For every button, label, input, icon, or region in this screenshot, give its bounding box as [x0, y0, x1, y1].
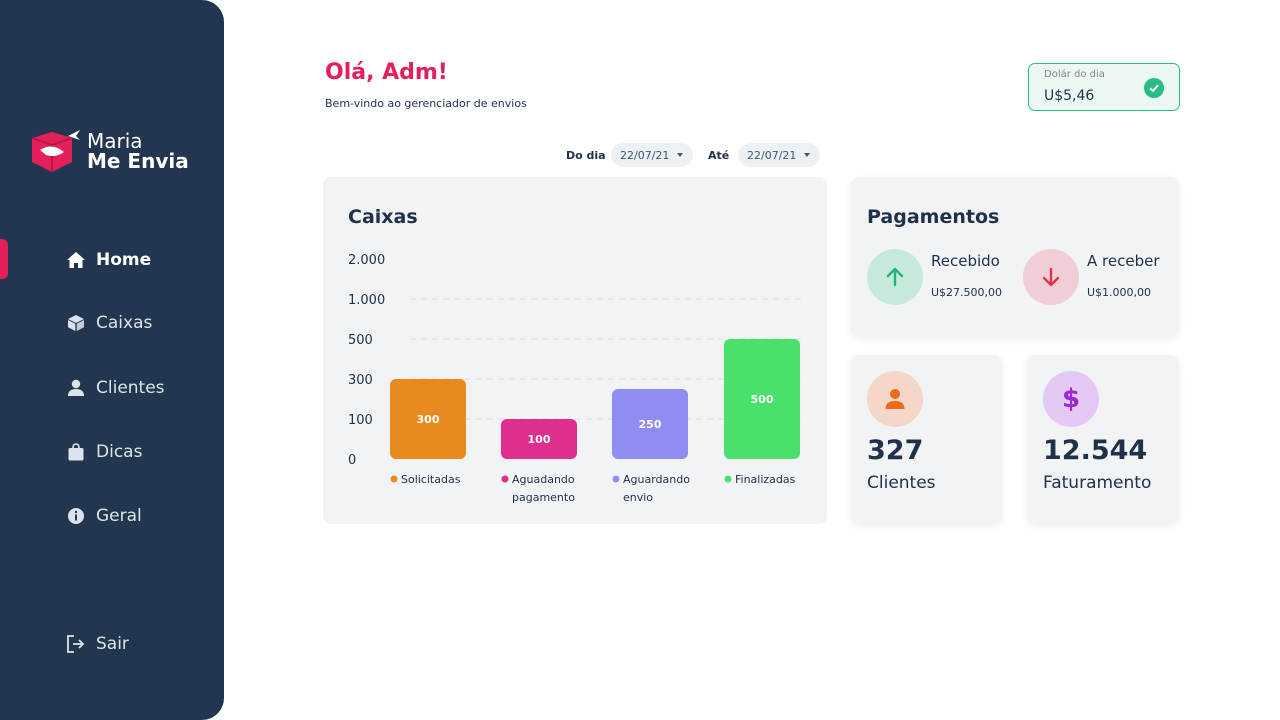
brand-line1: Maria	[87, 129, 143, 153]
bag-icon	[66, 442, 86, 462]
date-from-label: Do dia	[566, 149, 606, 162]
received-indicator	[867, 249, 923, 305]
y-tick-label: 1.000	[348, 293, 385, 308]
y-tick-label: 300	[348, 373, 373, 388]
clientes-count: 327	[867, 435, 924, 466]
pending-label: A receber	[1087, 252, 1160, 270]
y-tick-label: 100	[348, 413, 373, 428]
legend-dot	[501, 475, 509, 483]
category-label: envio	[623, 491, 653, 504]
clientes-label: Clientes	[867, 473, 936, 493]
caixas-bar-chart: 0 100 300 500 1.000 2.000 300 Solicitadas 100 Agu…	[348, 253, 801, 504]
logout-icon	[66, 634, 86, 654]
sidebar-item-geral[interactable]: Geral	[66, 503, 142, 529]
brand-logo[interactable]: Maria Me Envia	[30, 128, 200, 178]
category-label: Solicitadas	[401, 473, 461, 486]
sidebar-item-label: Clientes	[96, 378, 165, 398]
chevron-down-icon	[804, 153, 811, 157]
sidebar-item-dicas[interactable]: Dicas	[66, 439, 142, 465]
bar-value-label: 300	[417, 413, 440, 426]
chevron-down-icon	[677, 153, 684, 157]
page-subtitle: Bem-vindo ao gerenciador de envios	[325, 97, 527, 110]
logout-label: Sair	[96, 634, 129, 654]
bar-value-label: 250	[639, 418, 662, 431]
page-greeting: Olá, Adm!	[325, 60, 448, 85]
category-label: Finalizadas	[735, 473, 796, 486]
user-icon	[66, 378, 86, 398]
category-label: Aguadando	[512, 473, 575, 486]
category-label: pagamento	[512, 491, 575, 504]
clientes-indicator	[867, 371, 923, 427]
legend-dot	[724, 475, 732, 483]
legend-dot	[612, 475, 620, 483]
date-to-value: 22/07/21	[747, 148, 797, 162]
bar-value-label: 100	[528, 433, 551, 446]
caixas-chart-card: Caixas 0 100 300 500 1.000 2.000 300 Solicitada…	[323, 177, 827, 524]
received-label: Recebido	[931, 252, 1000, 270]
date-to-select[interactable]: 22/07/21	[738, 143, 821, 167]
active-nav-indicator	[0, 239, 8, 279]
date-from-value: 22/07/21	[620, 148, 670, 162]
bar-value-label: 500	[751, 393, 774, 406]
received-value: U$27.500,00	[931, 286, 1003, 299]
dollar-rate-value: U$5,46	[1044, 88, 1095, 104]
pending-value: U$1.000,00	[1087, 286, 1152, 299]
sidebar: Maria Me Envia Home Caixas Clientes Dica…	[0, 0, 224, 720]
faturamento-count: 12.544	[1043, 435, 1148, 466]
box-icon	[66, 313, 86, 333]
dollar-icon: $	[1061, 384, 1081, 414]
logout-button[interactable]: Sair	[66, 631, 129, 657]
home-icon	[66, 250, 86, 270]
sidebar-item-label: Caixas	[96, 313, 153, 333]
sidebar-item-caixas[interactable]: Caixas	[66, 310, 152, 336]
info-icon	[66, 506, 86, 526]
sidebar-item-label: Home	[96, 250, 152, 270]
y-tick-label: 500	[348, 333, 373, 348]
user-icon	[885, 389, 905, 409]
faturamento-label: Faturamento	[1043, 473, 1152, 493]
y-tick-label: 0	[348, 453, 356, 468]
check-circle-icon	[1144, 78, 1164, 98]
faturamento-card: $ 12.544 Faturamento	[1027, 355, 1179, 523]
logo-box-icon	[31, 130, 80, 172]
sidebar-item-home[interactable]: Home	[66, 247, 151, 273]
arrow-down-icon	[1042, 267, 1060, 287]
clientes-card: 327 Clientes	[851, 355, 1002, 523]
faturamento-indicator: $	[1043, 371, 1099, 427]
dollar-rate-card: Dolár do dia U$5,46	[1028, 63, 1180, 111]
pagamentos-card: Pagamentos Recebido U$27.500,00 A recebe…	[851, 177, 1179, 336]
sidebar-item-clientes[interactable]: Clientes	[66, 375, 165, 401]
category-label: Aguardando	[623, 473, 690, 486]
date-from-select[interactable]: 22/07/21	[611, 143, 694, 167]
y-tick-label: 2.000	[348, 253, 385, 268]
arrow-up-icon	[886, 267, 904, 287]
legend-dot	[390, 475, 398, 483]
dollar-rate-label: Dolár do dia	[1044, 69, 1105, 80]
brand-line2: Me Envia	[87, 149, 189, 173]
date-to-label: Até	[708, 149, 730, 162]
sidebar-item-label: Geral	[96, 506, 142, 526]
pending-indicator	[1023, 249, 1079, 305]
pagamentos-title: Pagamentos	[867, 206, 1000, 228]
sidebar-item-label: Dicas	[96, 442, 143, 462]
